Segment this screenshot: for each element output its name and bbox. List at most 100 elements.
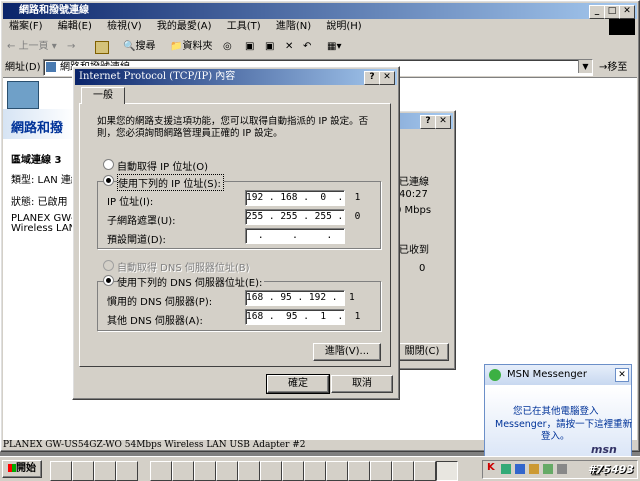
quicklaunch-outlook-icon[interactable] bbox=[72, 461, 94, 481]
tcpip-properties-dialog: Internet Protocol (TCP/IP) 內容 ? ✕ 一般 如果您… bbox=[72, 66, 400, 400]
status-help-button[interactable]: ? bbox=[420, 115, 436, 129]
delete-icon[interactable]: ✕ bbox=[285, 37, 293, 57]
close-button[interactable]: ✕ bbox=[619, 5, 635, 19]
quicklaunch-ie-icon[interactable] bbox=[50, 461, 72, 481]
tray-icon-3[interactable] bbox=[515, 464, 525, 474]
quicklaunch-desktop-icon[interactable] bbox=[94, 461, 116, 481]
views-icon[interactable]: ▦▾ bbox=[327, 37, 341, 57]
taskbar-app-14[interactable] bbox=[436, 461, 458, 481]
back-button[interactable]: ← 上一頁 ▾ bbox=[7, 37, 57, 57]
taskbar-app-10[interactable] bbox=[348, 461, 370, 481]
address-label: 網址(D) bbox=[5, 62, 41, 73]
msn-line-1: 您已在其他電腦登入 bbox=[513, 406, 599, 417]
start-logo-icon bbox=[8, 464, 16, 472]
received-label: 已收到 bbox=[399, 245, 429, 256]
status-close-button[interactable]: ✕ bbox=[435, 115, 451, 129]
use-dns-label[interactable]: 使用下列的 DNS 伺服器位址(E): bbox=[117, 274, 265, 289]
cancel-button[interactable]: 取消 bbox=[331, 375, 393, 393]
maximize-button[interactable]: □ bbox=[604, 5, 620, 19]
taskbar-app-2[interactable] bbox=[172, 461, 194, 481]
taskbar-app-8[interactable] bbox=[304, 461, 326, 481]
folders-button[interactable]: 📁資料夾 bbox=[170, 37, 212, 57]
alternate-dns-label: 其他 DNS 伺服器(A): bbox=[107, 316, 203, 327]
watermark-text: #75493 bbox=[588, 463, 634, 476]
menu-file[interactable]: 檔案(F) bbox=[9, 21, 43, 32]
tcpip-title: Internet Protocol (TCP/IP) 內容 bbox=[79, 71, 236, 82]
tcpip-help-button[interactable]: ? bbox=[364, 71, 380, 85]
tcpip-close-button[interactable]: ✕ bbox=[379, 71, 395, 85]
msn-title: MSN Messenger bbox=[507, 369, 587, 380]
menu-bar: 檔案(F) 編輯(E) 檢視(V) 我的最愛(A) 工具(T) 進階(N) 說明… bbox=[9, 20, 374, 34]
received-value: 0 bbox=[419, 263, 426, 274]
alternate-dns-input[interactable]: 168 . 95 . 1 . 1 bbox=[245, 309, 360, 325]
tray-icon-6[interactable] bbox=[557, 464, 567, 474]
connection-status: 狀態: 已啟用 bbox=[11, 197, 68, 208]
taskbar-app-13[interactable] bbox=[414, 461, 436, 481]
use-dns-radio[interactable] bbox=[103, 275, 114, 286]
tray-icon-2[interactable] bbox=[501, 464, 511, 474]
taskbar-app-1[interactable] bbox=[150, 461, 172, 481]
auto-dns-radio bbox=[103, 260, 114, 271]
auto-ip-label[interactable]: 自動取得 IP 位址(O) bbox=[117, 158, 208, 173]
auto-dns-label: 自動取得 DNS 伺服器位址(B) bbox=[117, 263, 250, 274]
tray-icon-5[interactable] bbox=[543, 464, 553, 474]
go-button[interactable]: →移至 bbox=[599, 61, 627, 75]
connection-name: 區域連線 3 bbox=[11, 155, 62, 166]
use-ip-radio[interactable] bbox=[103, 175, 114, 186]
ip-address-input[interactable]: 192 . 168 . 0 . 1 bbox=[245, 190, 360, 206]
description-line-2: 則，您必須詢問網路管理員正確的 IP 設定。 bbox=[97, 128, 283, 139]
msn-line-3: 登入。 bbox=[541, 431, 570, 442]
duration-text: 40:27 bbox=[399, 189, 428, 200]
tab-general[interactable]: 一般 bbox=[81, 87, 125, 104]
history-icon[interactable]: ◎ bbox=[223, 37, 232, 57]
menu-edit[interactable]: 編輯(E) bbox=[58, 21, 92, 32]
default-gateway-input[interactable]: . . . bbox=[245, 228, 345, 244]
msn-notification[interactable]: MSN Messenger ✕ 您已在其他電腦登入 Messenger，請按一下… bbox=[484, 364, 632, 458]
tcpip-titlebar: Internet Protocol (TCP/IP) 內容 ? ✕ bbox=[75, 69, 397, 85]
taskbar-app-6[interactable] bbox=[260, 461, 282, 481]
default-gateway-label: 預設閘道(D): bbox=[107, 235, 166, 246]
copy-to-icon[interactable]: ▣ bbox=[265, 37, 274, 57]
network-connections-icon bbox=[7, 81, 39, 109]
msn-logo: msn bbox=[591, 443, 617, 456]
menu-help[interactable]: 說明(H) bbox=[326, 21, 361, 32]
start-button[interactable]: 開始 bbox=[2, 460, 42, 478]
menu-view[interactable]: 檢視(V) bbox=[107, 21, 142, 32]
subnet-mask-input[interactable]: 255 . 255 . 255 . 0 bbox=[245, 209, 360, 225]
taskbar-app-12[interactable] bbox=[392, 461, 414, 481]
taskbar-app-9[interactable] bbox=[326, 461, 348, 481]
search-button[interactable]: 🔍搜尋 bbox=[123, 37, 155, 57]
forward-button[interactable]: → bbox=[67, 37, 75, 57]
ok-button[interactable]: 確定 bbox=[266, 374, 330, 394]
explorer-titlebar: 網路和撥號連線 _ □ ✕ bbox=[3, 3, 637, 19]
menu-favorites[interactable]: 我的最愛(A) bbox=[157, 21, 212, 32]
connection-type: 類型: LAN 連線 bbox=[11, 175, 81, 186]
status-close-dialog-button[interactable]: 關閉(C) bbox=[395, 343, 449, 361]
preferred-dns-input[interactable]: 168 . 95 . 192 . 1 bbox=[245, 290, 355, 306]
taskbar-app-11[interactable] bbox=[370, 461, 392, 481]
network-folder-icon bbox=[46, 62, 56, 72]
msn-header: MSN Messenger ✕ bbox=[485, 365, 631, 385]
auto-ip-radio[interactable] bbox=[103, 159, 114, 170]
msn-buddy-icon bbox=[489, 369, 501, 381]
quicklaunch-media-icon[interactable] bbox=[116, 461, 138, 481]
tray-icon-k[interactable]: K bbox=[487, 462, 495, 473]
menu-tools[interactable]: 工具(T) bbox=[227, 21, 261, 32]
panel-title: 網路和撥 bbox=[11, 121, 64, 136]
taskbar-app-5[interactable] bbox=[238, 461, 260, 481]
up-folder-icon[interactable] bbox=[95, 41, 109, 54]
tray-icon-4[interactable] bbox=[529, 464, 539, 474]
menu-advanced[interactable]: 進階(N) bbox=[276, 21, 311, 32]
use-ip-label[interactable]: 使用下列的 IP 位址(S): bbox=[117, 174, 224, 191]
windows-logo-icon bbox=[609, 19, 635, 35]
explorer-title: 網路和撥號連線 bbox=[19, 5, 89, 16]
undo-icon[interactable]: ↶ bbox=[303, 37, 311, 57]
msn-close-icon[interactable]: ✕ bbox=[615, 368, 629, 382]
taskbar-app-4[interactable] bbox=[216, 461, 238, 481]
taskbar-app-3[interactable] bbox=[194, 461, 216, 481]
address-dropdown-icon[interactable]: ▼ bbox=[578, 60, 592, 73]
minimize-button[interactable]: _ bbox=[589, 5, 605, 19]
move-to-icon[interactable]: ▣ bbox=[245, 37, 254, 57]
taskbar-app-7[interactable] bbox=[282, 461, 304, 481]
advanced-button[interactable]: 進階(V)... bbox=[313, 343, 381, 361]
